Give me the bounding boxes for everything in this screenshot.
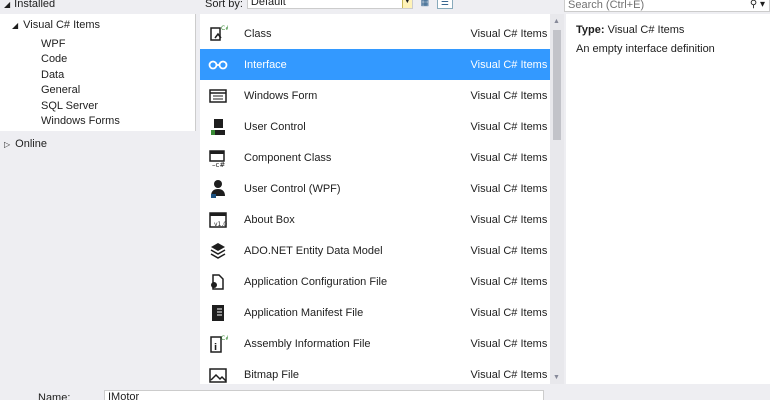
list-item[interactable]: User Control (WPF) Visual C# Items — [200, 173, 550, 204]
user-control-icon — [208, 117, 228, 137]
entity-data-model-icon — [208, 241, 228, 261]
item-name: User Control (WPF) — [244, 182, 341, 195]
item-name: Application Manifest File — [244, 306, 364, 319]
list-item[interactable]: Windows Form Visual C# Items — [200, 80, 550, 111]
interface-icon — [208, 55, 228, 75]
list-item[interactable]: C# Class Visual C# Items — [200, 18, 550, 49]
list-view-icon[interactable]: ☰ — [436, 0, 453, 9]
windows-form-icon — [208, 86, 228, 106]
item-category: Visual C# Items — [470, 151, 548, 164]
installed-label: Installed — [14, 0, 56, 10]
online-label: Online — [15, 138, 47, 150]
item-category: Visual C# Items — [470, 89, 548, 102]
class-icon: C# — [208, 24, 228, 44]
item-category: Visual C# Items — [470, 27, 548, 40]
search-placeholder: Search (Ctrl+E) — [568, 0, 645, 11]
list-item[interactable]: i C# Assembly Information File Visual C# … — [200, 328, 550, 359]
sort-by-label: Sort by: — [205, 0, 243, 10]
bitmap-file-icon — [208, 365, 228, 385]
list-item[interactable]: Bitmap File Visual C# Items — [200, 359, 550, 384]
item-category: Visual C# Items — [470, 182, 548, 195]
component-class-icon: –c# — [208, 148, 228, 168]
about-box-icon: v1.0 — [208, 210, 228, 230]
list-item[interactable]: –c# Component Class Visual C# Items — [200, 142, 550, 173]
svg-text:v1.0: v1.0 — [214, 221, 227, 228]
type-label: Type: — [576, 24, 605, 36]
type-value: Visual C# Items — [607, 24, 685, 36]
expanded-triangle-icon: ◢ — [4, 0, 11, 9]
tree-item-general[interactable]: General — [41, 84, 80, 96]
item-name: Windows Form — [244, 89, 318, 102]
small-icons-view-icon[interactable]: ▦ — [417, 0, 433, 9]
list-item[interactable]: User Control Visual C# Items — [200, 111, 550, 142]
item-category: Visual C# Items — [470, 58, 548, 71]
template-tree: ◢ Visual C# Items WPF Code Data General … — [0, 14, 196, 131]
type-info: Type: Visual C# Items — [576, 24, 684, 36]
scroll-down-icon[interactable]: ▼ — [553, 374, 560, 381]
list-scrollbar[interactable]: ▲ ▼ — [550, 14, 564, 384]
item-name: Interface — [244, 58, 287, 71]
manifest-file-icon — [208, 303, 228, 323]
list-item[interactable]: ADO.NET Entity Data Model Visual C# Item… — [200, 235, 550, 266]
dropdown-arrow-icon[interactable]: ▼ — [401, 0, 412, 8]
name-label: Name: — [38, 392, 71, 400]
list-item[interactable]: Interface Visual C# Items — [200, 49, 550, 80]
sort-by-value: Default — [250, 0, 286, 8]
item-name: Bitmap File — [244, 368, 300, 381]
tree-item-online[interactable]: ▷ Online — [4, 138, 47, 150]
item-category: Visual C# Items — [470, 275, 548, 288]
user-control-wpf-icon — [208, 179, 228, 199]
item-category: Visual C# Items — [470, 244, 548, 257]
item-description: An empty interface definition — [576, 43, 715, 55]
toolbar-strip: ◢ Installed Sort by: Default ▼ ▦ ☰ Searc… — [0, 0, 770, 14]
item-category: Visual C# Items — [470, 306, 548, 319]
scroll-up-icon[interactable]: ▲ — [553, 18, 560, 25]
tree-item-code[interactable]: Code — [41, 53, 67, 65]
sort-by-group: Sort by: Default ▼ ▦ ☰ — [205, 0, 453, 10]
item-name: Class — [244, 27, 272, 40]
expanded-triangle-icon: ◢ — [12, 20, 19, 30]
name-bar: Name: IMotor — [0, 384, 770, 400]
item-name: Application Configuration File — [244, 275, 388, 288]
sort-by-select[interactable]: Default ▼ — [246, 0, 413, 9]
name-input[interactable]: IMotor — [104, 390, 544, 400]
template-list: C# Class Visual C# Items Interface Visua… — [200, 14, 564, 384]
item-category: Visual C# Items — [470, 213, 548, 226]
tree-root-label: Visual C# Items — [23, 19, 100, 31]
item-name: Assembly Information File — [244, 337, 371, 350]
item-name: User Control — [244, 120, 306, 133]
tree-item-data[interactable]: Data — [41, 69, 64, 81]
item-name: ADO.NET Entity Data Model — [244, 244, 383, 257]
tree-item-windows-forms[interactable]: Windows Forms — [41, 115, 120, 127]
search-icon[interactable]: ⚲ ▾ — [750, 0, 765, 11]
tree-item-visual-csharp[interactable]: ◢ Visual C# Items — [12, 19, 100, 31]
scrollbar-thumb[interactable] — [553, 30, 561, 140]
svg-text:C#: C# — [221, 335, 228, 342]
item-category: Visual C# Items — [470, 337, 548, 350]
list-item[interactable]: Application Configuration File Visual C#… — [200, 266, 550, 297]
item-name: About Box — [244, 213, 295, 226]
svg-text:C#: C# — [221, 25, 228, 32]
list-item[interactable]: Application Manifest File Visual C# Item… — [200, 297, 550, 328]
tree-item-wpf[interactable]: WPF — [41, 38, 65, 50]
item-category: Visual C# Items — [470, 120, 548, 133]
collapsed-triangle-icon: ▷ — [4, 139, 11, 149]
tree-item-sql-server[interactable]: SQL Server — [41, 100, 98, 112]
svg-text:–c#: –c# — [212, 161, 225, 168]
installed-header[interactable]: ◢ Installed — [4, 0, 55, 11]
config-file-icon — [208, 272, 228, 292]
item-category: Visual C# Items — [470, 368, 548, 381]
item-name: Component Class — [244, 151, 332, 164]
assembly-info-icon: i C# — [208, 334, 228, 354]
search-input[interactable]: Search (Ctrl+E) ⚲ ▾ — [564, 0, 770, 12]
list-item[interactable]: v1.0 About Box Visual C# Items — [200, 204, 550, 235]
svg-text:i: i — [214, 343, 217, 353]
details-pane: Type: Visual C# Items An empty interface… — [566, 14, 770, 384]
